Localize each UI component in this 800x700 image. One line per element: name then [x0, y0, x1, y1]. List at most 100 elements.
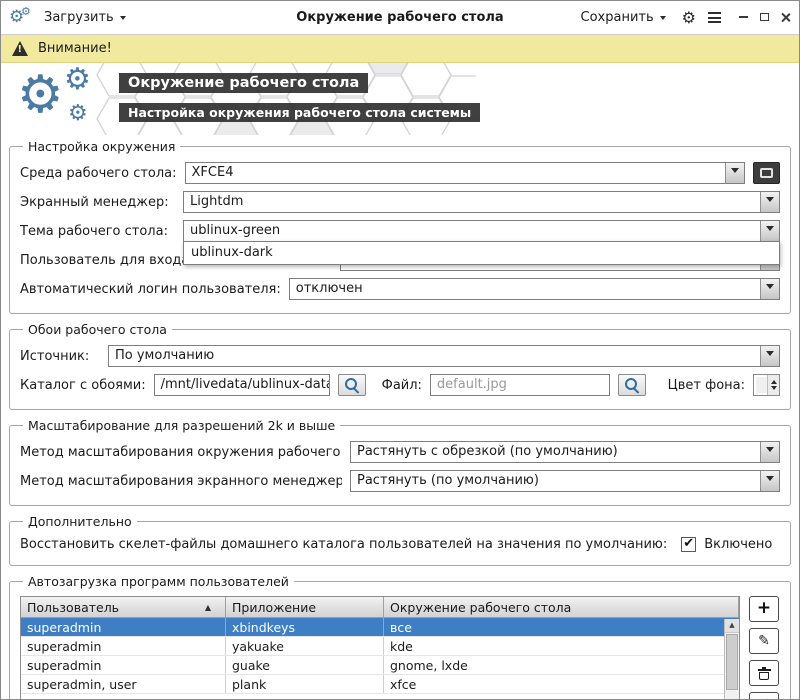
- group-wallpaper: Обои рабочего стола Источник: По умолчан…: [9, 322, 791, 410]
- scroll-up-icon: ▲: [729, 622, 734, 629]
- gear-icon: ⚙: [682, 8, 696, 27]
- table-header-row: Пользователь ▲ Приложение Окружение рабо…: [21, 597, 739, 618]
- autostart-actions: + ✎: [749, 596, 780, 700]
- combobox-arrow-button[interactable]: [760, 221, 779, 241]
- chevron-down-icon: [120, 16, 126, 23]
- maximize-button[interactable]: [758, 11, 770, 23]
- autologin-label: Автоматический логин пользователя:: [20, 282, 281, 297]
- close-button[interactable]: [779, 11, 791, 23]
- table-row[interactable]: superadmin, user plank xfce: [21, 675, 739, 694]
- combobox-value: ublinux-green: [184, 221, 760, 241]
- column-header-env[interactable]: Окружение рабочего стола: [384, 597, 739, 618]
- combobox-arrow-button[interactable]: [760, 346, 779, 366]
- hero-subtitle: Настройка окружения рабочего стола систе…: [119, 103, 480, 122]
- cell-user: superadmin: [21, 637, 226, 655]
- wallpaper-source-label: Источник:: [20, 349, 100, 364]
- maximize-icon: [760, 13, 769, 21]
- scroll-thumb[interactable]: [726, 634, 738, 690]
- theme-combobox[interactable]: ublinux-green: [183, 220, 780, 242]
- spinner-up-icon: [771, 377, 777, 384]
- display-manager-label: Экранный менеджер:: [20, 195, 175, 210]
- group-additional-legend: Дополнительно: [23, 514, 137, 529]
- spinner-down-icon: [771, 386, 777, 393]
- close-icon: [780, 12, 790, 22]
- scroll-up-button[interactable]: ▲: [725, 619, 739, 633]
- hero-title: Окружение рабочего стола: [119, 73, 368, 93]
- wallpaper-source-combobox[interactable]: По умолчанию: [108, 345, 780, 367]
- panel-icon: [760, 168, 773, 178]
- save-button-label: Сохранить: [581, 10, 654, 25]
- group-environment: Настройка окружения Среда рабочего стола…: [9, 139, 791, 314]
- bg-color-picker[interactable]: [753, 374, 780, 396]
- desktop-environment-label: Среда рабочего стола:: [20, 166, 177, 181]
- chevron-down-icon: [766, 197, 774, 206]
- wallpaper-file-input[interactable]: default.jpg: [430, 374, 610, 396]
- scaling-dm-combobox[interactable]: Растянуть (по умолчанию): [350, 470, 780, 492]
- wallpaper-dir-browse-button[interactable]: [338, 374, 366, 396]
- combobox-arrow-button[interactable]: [760, 442, 779, 462]
- table-scrollbar[interactable]: ▲ ▼: [724, 619, 739, 700]
- combobox-arrow-button[interactable]: [760, 471, 779, 491]
- hero-banner: ⚙ ⚙ ⚙ Окружение рабочего стола Настройка…: [1, 63, 799, 135]
- combobox-value: Растянуть с обрезкой (по умолчанию): [351, 442, 760, 462]
- theme-dropdown-item[interactable]: ublinux-dark: [184, 242, 779, 264]
- cell-user: superadmin: [21, 618, 226, 636]
- warning-icon: [12, 41, 28, 56]
- scaling-desktop-label: Метод масштабирования окружения рабочего…: [20, 445, 342, 460]
- skel-restore-label: Восстановить скелет-файлы домашнего ката…: [20, 537, 667, 552]
- save-button[interactable]: Сохранить: [577, 8, 670, 27]
- plus-icon: +: [757, 600, 771, 617]
- wallpaper-file-browse-button[interactable]: [618, 374, 646, 396]
- combobox-value: XFCE4: [186, 163, 725, 183]
- chevron-down-icon: [766, 284, 774, 293]
- column-header-user[interactable]: Пользователь ▲: [21, 597, 226, 618]
- warning-banner: Внимание!: [1, 35, 799, 63]
- wallpaper-dir-label: Каталог с обоями:: [20, 378, 146, 393]
- group-wallpaper-legend: Обои рабочего стола: [23, 322, 172, 337]
- trash-icon: [758, 667, 771, 680]
- cell-user: superadmin, user: [21, 675, 226, 693]
- hamburger-icon: [708, 12, 721, 23]
- wallpaper-dir-value: /mnt/livedata/ublinux-data/b: [161, 377, 330, 392]
- desktop-environment-combobox[interactable]: XFCE4: [185, 162, 745, 184]
- minimize-icon: [739, 16, 748, 18]
- cell-app: guake: [226, 656, 384, 674]
- cell-app: xbindkeys: [226, 618, 384, 636]
- skel-checkbox[interactable]: ✔: [681, 537, 696, 552]
- app-gear-small-icon: ⚙: [21, 6, 31, 17]
- wallpaper-dir-input[interactable]: /mnt/livedata/ublinux-data/b: [154, 374, 330, 396]
- wallpaper-file-value: default.jpg: [437, 377, 507, 392]
- table-row[interactable]: superadmin xbindkeys все: [21, 618, 739, 637]
- combobox-arrow-button[interactable]: [760, 192, 779, 212]
- cell-app: yakuake: [226, 637, 384, 655]
- app-window: ⚙ ⚙ Загрузить Окружение рабочего стола Со…: [0, 0, 800, 700]
- edit-button[interactable]: ✎: [749, 628, 779, 654]
- titlebar: ⚙⚙ Загрузить Окружение рабочего стола Со…: [1, 1, 799, 35]
- theme-dropdown-list: ublinux-dark: [183, 241, 780, 265]
- add-button[interactable]: +: [749, 596, 779, 622]
- delete-button[interactable]: [749, 660, 779, 686]
- combobox-arrow-button[interactable]: [760, 279, 779, 299]
- combobox-value: отключен: [290, 279, 760, 299]
- cell-env: xfce: [384, 675, 739, 693]
- autologin-combobox[interactable]: отключен: [289, 278, 780, 300]
- check-icon: ✔: [683, 537, 694, 550]
- minimize-button[interactable]: [737, 11, 749, 23]
- load-button[interactable]: Загрузить: [40, 8, 130, 27]
- column-header-app[interactable]: Приложение: [226, 597, 384, 618]
- settings-button[interactable]: ⚙: [682, 10, 696, 26]
- combobox-arrow-button[interactable]: [725, 163, 744, 183]
- table-body: superadmin xbindkeys все superadmin yaku…: [21, 618, 739, 694]
- wallpaper-file-label: Файл:: [382, 378, 422, 393]
- table-row[interactable]: superadmin guake gnome, lxde: [21, 656, 739, 675]
- table-row[interactable]: superadmin yakuake kde: [21, 637, 739, 656]
- load-button-label: Загрузить: [44, 10, 114, 25]
- display-manager-combobox[interactable]: Lightdm: [183, 191, 780, 213]
- color-swatch: [756, 377, 767, 393]
- refresh-button[interactable]: [749, 692, 779, 700]
- menu-button[interactable]: [708, 10, 721, 26]
- scaling-desktop-combobox[interactable]: Растянуть с обрезкой (по умолчанию): [350, 441, 780, 463]
- autostart-table[interactable]: Пользователь ▲ Приложение Окружение рабо…: [20, 596, 740, 700]
- desktop-environment-extra-button[interactable]: [753, 162, 780, 184]
- chevron-down-icon: [766, 351, 774, 360]
